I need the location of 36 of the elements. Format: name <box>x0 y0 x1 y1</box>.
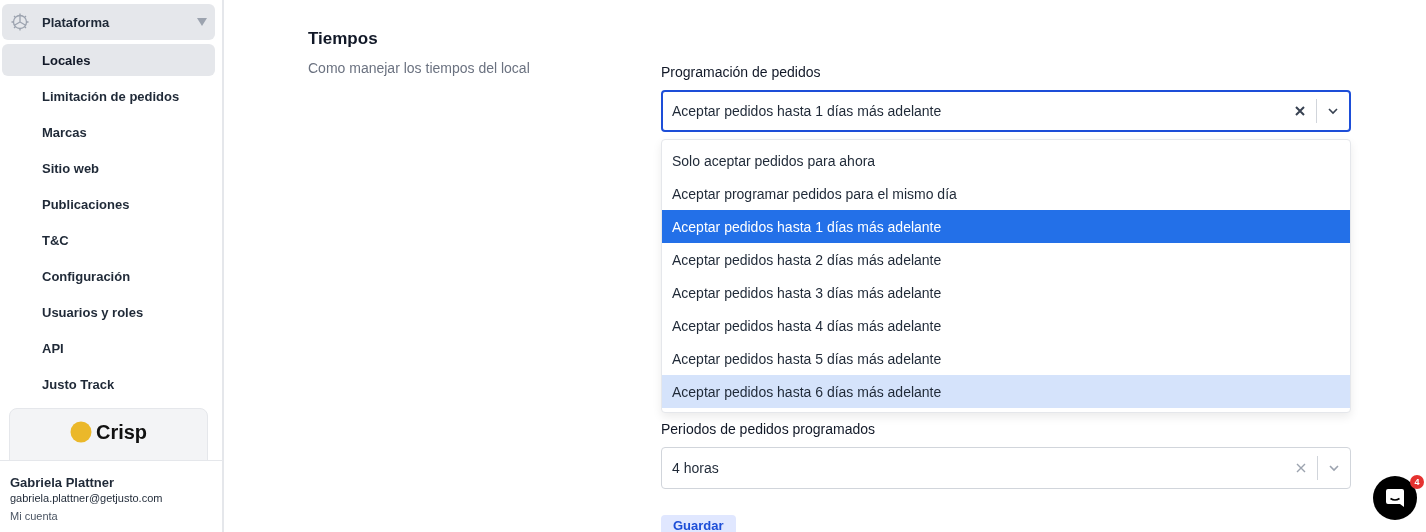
sidebar-item[interactable]: Limitación de pedidos <box>2 80 215 112</box>
user-name: Gabriela Plattner <box>10 475 116 491</box>
promo-title: Crisp <box>95 421 148 443</box>
dropdown-option[interactable]: Aceptar pedidos hasta 1 días más adelante <box>662 210 1350 243</box>
chat-icon <box>1384 487 1406 509</box>
caret-icon <box>197 18 207 26</box>
sidebar-item[interactable]: Justo Track <box>2 368 215 400</box>
gear-icon <box>10 12 30 32</box>
account-link[interactable]: Mi cuenta <box>10 510 58 522</box>
sidebar-item[interactable]: Publicaciones <box>2 188 215 220</box>
dropdown-option[interactable]: Aceptar pedidos hasta 2 días más adelante <box>662 243 1350 276</box>
dropdown-option[interactable]: Aceptar pedidos hasta 3 días más adelante <box>662 276 1350 309</box>
dropdown-option[interactable]: Aceptar pedidos hasta 6 días más adelante <box>662 375 1350 408</box>
sun-icon <box>69 421 92 443</box>
sidebar-item[interactable]: Locales <box>2 44 215 76</box>
sidebar-item[interactable]: Marcas <box>2 116 215 148</box>
user-email: gabriela.plattner@getjusto.com <box>10 491 164 506</box>
sidebar-item[interactable]: T&C <box>2 224 215 256</box>
nav-section[interactable]: Plataforma <box>2 4 215 40</box>
sidebar-item[interactable]: Sitio web <box>2 152 215 184</box>
dropdown-option[interactable]: Aceptar pedidos hasta 4 días más adelante <box>662 309 1350 342</box>
sidebar-item[interactable]: Configuración <box>2 260 215 292</box>
section-description: Como manejar los tiempos del local <box>308 59 531 78</box>
dropdown-option[interactable]: Solo aceptar pedidos para ahora <box>662 144 1350 177</box>
field-label: Periodos de pedidos programados <box>661 420 877 439</box>
save-button[interactable]: Guardar <box>661 515 736 532</box>
clear-icon[interactable] <box>1294 105 1306 117</box>
field-label: Programación de pedidos <box>661 63 822 82</box>
sidebar-item[interactable]: API <box>2 332 215 364</box>
chevron-down-icon[interactable] <box>1327 105 1339 117</box>
dropdown-option[interactable]: Aceptar programar pedidos para el mismo día <box>662 177 1350 210</box>
select-field[interactable]: Aceptar pedidos hasta 1 días más adelante <box>661 90 1351 132</box>
section-title: Tiempos <box>308 28 379 50</box>
notification-badge: 4 <box>1410 475 1424 489</box>
sidebar-item[interactable]: Usuarios y roles <box>2 296 215 328</box>
dropdown-option[interactable]: Aceptar pedidos hasta 5 días más adelante <box>662 342 1350 375</box>
